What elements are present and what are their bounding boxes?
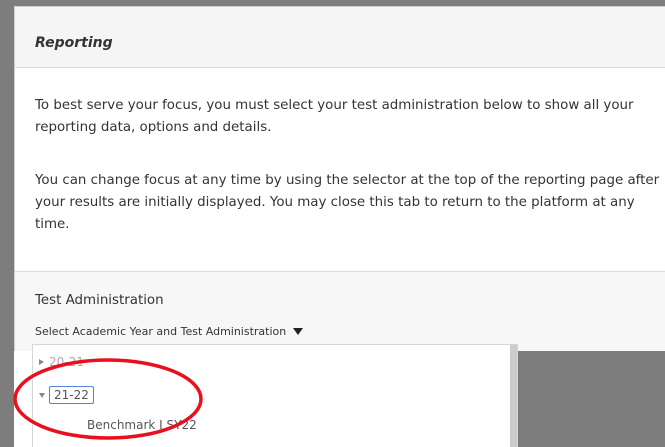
intro-paragraph: To best serve your focus, you must selec… <box>35 98 634 135</box>
select-label: Select Academic Year and Test Administra… <box>35 325 287 338</box>
tree-item-label-focused: 21-22 <box>49 386 94 404</box>
tree-item-2122[interactable]: 21-22 <box>39 386 94 404</box>
tree-leaf-benchmark[interactable]: Benchmark I SY22 <box>87 418 197 432</box>
test-administration-label: Test Administration <box>35 293 164 308</box>
collapse-arrow-icon[interactable] <box>39 392 45 398</box>
academic-year-dropdown: 20-21 21-22 Benchmark I SY22 <box>32 344 518 447</box>
dialog-title: Reporting <box>35 35 113 51</box>
reporting-dialog: Reporting To best serve your focus, you … <box>14 6 665 351</box>
caret-down-icon <box>293 328 304 335</box>
test-administration-section: Test Administration Select Academic Year… <box>15 272 665 351</box>
backdrop <box>0 0 14 447</box>
tree-item-2021[interactable]: 20-21 <box>39 355 84 369</box>
academic-year-select-toggle[interactable]: Select Academic Year and Test Administra… <box>35 325 304 338</box>
expand-arrow-icon[interactable] <box>39 359 44 365</box>
dropdown-scrollbar[interactable] <box>510 345 517 447</box>
screenshot-stage: Reporting To best serve your focus, you … <box>0 0 665 447</box>
help-paragraph: You can change focus at any time by usin… <box>35 173 660 232</box>
tree-item-label: 20-21 <box>49 355 84 369</box>
dialog-header: Reporting <box>15 7 665 68</box>
backdrop <box>516 350 665 447</box>
